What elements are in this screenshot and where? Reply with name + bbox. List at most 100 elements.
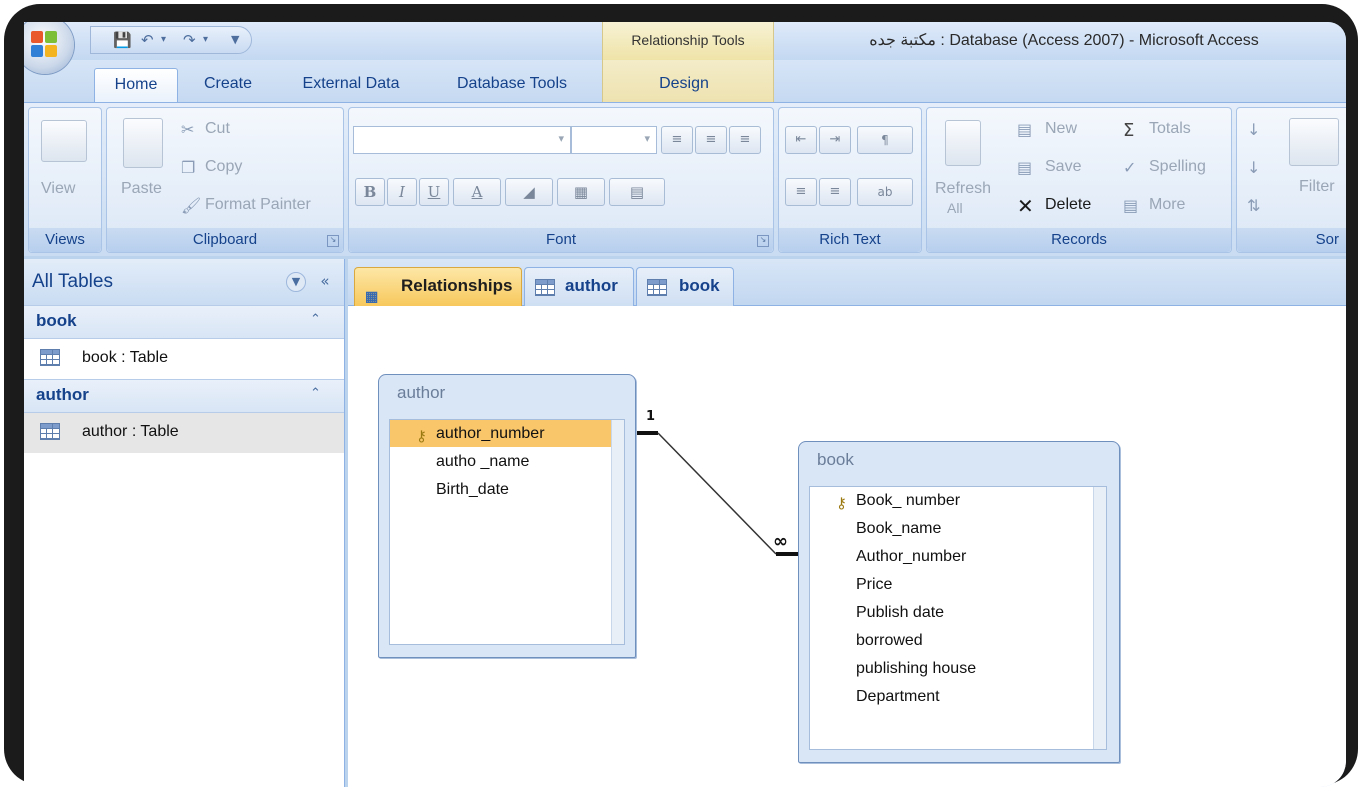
highlight-button[interactable]: ab (857, 178, 913, 206)
window-title: مكتبة جده : Database (Access 2007) - Mic… (869, 32, 1259, 49)
field-label: Birth_date (436, 481, 509, 498)
field-label: author_number (436, 425, 545, 442)
author-table-box[interactable]: author ⚷ author_number autho _name Birth… (378, 374, 636, 658)
sort-descending-icon[interactable]: ↓ (1247, 158, 1260, 177)
sort-ascending-icon[interactable]: ↓ (1247, 120, 1260, 139)
clipboard-launcher-icon[interactable]: ↘ (327, 235, 339, 247)
table-icon (40, 423, 60, 440)
field-publishing-house[interactable]: publishing house (810, 655, 1106, 682)
author-field-list: ⚷ author_number autho _name Birth_date (389, 419, 625, 645)
undo-icon[interactable]: ↶ (141, 30, 154, 50)
redo-icon[interactable]: ↷ (183, 30, 196, 50)
italic-button[interactable]: I (387, 178, 417, 206)
field-label: Book_name (856, 520, 942, 537)
collapse-group-icon[interactable]: ⌃ (310, 312, 321, 327)
cut-icon: ✂ (181, 120, 195, 139)
delete-record-button[interactable]: Delete (1045, 196, 1091, 214)
ribbon: View Views Paste ✂ Cut ❐ Copy 🖌 Format P… (24, 102, 1346, 256)
nav-pane-title: All Tables (32, 271, 113, 292)
book-table-box[interactable]: book ⚷ Book_ number Book_name Author_num… (798, 441, 1120, 763)
relationship-tools-context: Relationship Tools (602, 22, 774, 60)
view-button[interactable]: View (41, 180, 75, 198)
views-group: View Views (28, 107, 102, 253)
nav-item-label: author : Table (82, 423, 179, 440)
increase-indent-button[interactable]: ⇥ (819, 126, 851, 154)
fill-color-button[interactable]: ◢ (505, 178, 553, 206)
field-list-scrollbar[interactable] (1093, 487, 1106, 749)
cut-button[interactable]: Cut (205, 120, 230, 138)
alternate-fill-button[interactable]: ▤ (609, 178, 665, 206)
view-icon (41, 120, 87, 162)
nav-menu-dropdown-icon[interactable]: ▼ (286, 272, 306, 292)
gridlines-button[interactable]: ▦ (557, 178, 605, 206)
paste-button[interactable]: Paste (121, 180, 162, 198)
copy-icon: ❐ (181, 158, 196, 177)
bold-button[interactable]: B (355, 178, 385, 206)
format-painter-button[interactable]: Format Painter (205, 196, 311, 214)
bullets-button[interactable]: ≡ (819, 178, 851, 206)
spelling-button[interactable]: Spelling (1149, 158, 1206, 176)
font-name-combo[interactable]: ▾ (353, 126, 571, 154)
tab-home[interactable]: Home (94, 68, 178, 103)
font-size-combo[interactable]: ▾ (571, 126, 657, 154)
field-publish-date[interactable]: Publish date (810, 599, 1106, 626)
nav-group-label: author (36, 385, 89, 404)
tab-database-tools[interactable]: Database Tools (444, 68, 580, 102)
field-autho-name[interactable]: autho _name (390, 448, 624, 475)
decrease-indent-button[interactable]: ⇤ (785, 126, 817, 154)
field-label: publishing house (856, 660, 977, 677)
field-department[interactable]: Department (810, 683, 1106, 710)
copy-button[interactable]: Copy (205, 158, 242, 176)
field-author-number[interactable]: ⚷ author_number (390, 420, 624, 447)
tab-design[interactable]: Design (644, 68, 724, 102)
field-label: borrowed (856, 632, 923, 649)
refresh-icon (945, 120, 981, 166)
underline-button[interactable]: U (419, 178, 449, 206)
more-icon: ▤ (1123, 196, 1139, 215)
nav-group-author[interactable]: author ⌃ (24, 379, 344, 413)
redo-dropdown-icon[interactable]: ▾ (203, 30, 208, 50)
field-price[interactable]: Price (810, 571, 1106, 598)
save-icon[interactable]: 💾 (113, 30, 132, 50)
clear-sort-icon[interactable]: ⇅ (1247, 196, 1260, 215)
align-right-button[interactable]: ≡ (729, 126, 761, 154)
field-birth-date[interactable]: Birth_date (390, 476, 624, 503)
window-frame: 💾 ↶ ▾ ↷ ▾ ▼ Relationship Tools مكتبة جده… (4, 4, 1358, 787)
nav-item-book-table[interactable]: book : Table (24, 339, 344, 379)
shutter-bar-close-icon[interactable]: « (316, 272, 334, 290)
table-box-title: author (397, 383, 446, 402)
filter-button[interactable]: Filter (1299, 178, 1335, 196)
more-button[interactable]: More (1149, 196, 1185, 214)
field-label: Book_ number (856, 492, 961, 509)
quick-access-toolbar: 💾 ↶ ▾ ↷ ▾ ▼ (90, 26, 252, 54)
nav-item-author-table[interactable]: author : Table (24, 413, 344, 453)
tab-create[interactable]: Create (192, 68, 264, 102)
field-author-number[interactable]: Author_number (810, 543, 1106, 570)
numbering-button[interactable]: ≡ (785, 178, 817, 206)
undo-dropdown-icon[interactable]: ▾ (161, 30, 166, 50)
office-logo-icon (31, 31, 59, 59)
customize-qat-icon[interactable]: ▼ (231, 30, 239, 50)
nav-pane-header[interactable]: All Tables ▼ « (24, 259, 344, 306)
nav-group-book[interactable]: book ⌃ (24, 305, 344, 339)
field-list-scrollbar[interactable] (611, 420, 624, 644)
new-record-button[interactable]: New (1045, 120, 1077, 138)
records-group: Refresh All ▤ New ▤ Save ✕ Delete Σ Tota… (926, 107, 1232, 253)
align-center-button[interactable]: ≡ (695, 126, 727, 154)
field-book-number[interactable]: ⚷ Book_ number (810, 487, 1106, 514)
field-book-name[interactable]: Book_name (810, 515, 1106, 542)
align-left-button[interactable]: ≡ (661, 126, 693, 154)
refresh-all-sublabel: All (947, 200, 963, 216)
totals-button[interactable]: Totals (1149, 120, 1191, 138)
clipboard-group-label: Clipboard (107, 228, 343, 252)
save-record-button[interactable]: Save (1045, 158, 1081, 176)
clipboard-group: Paste ✂ Cut ❐ Copy 🖌 Format Painter Clip… (106, 107, 344, 253)
text-direction-button[interactable]: ¶ (857, 126, 913, 154)
tab-external-data[interactable]: External Data (292, 68, 410, 102)
refresh-all-button[interactable]: Refresh (935, 180, 991, 198)
field-borrowed[interactable]: borrowed (810, 627, 1106, 654)
collapse-group-icon[interactable]: ⌃ (310, 386, 321, 401)
navigation-pane: All Tables ▼ « book ⌃ book : Table autho… (24, 259, 345, 787)
font-launcher-icon[interactable]: ↘ (757, 235, 769, 247)
font-color-button[interactable]: A (453, 178, 501, 206)
